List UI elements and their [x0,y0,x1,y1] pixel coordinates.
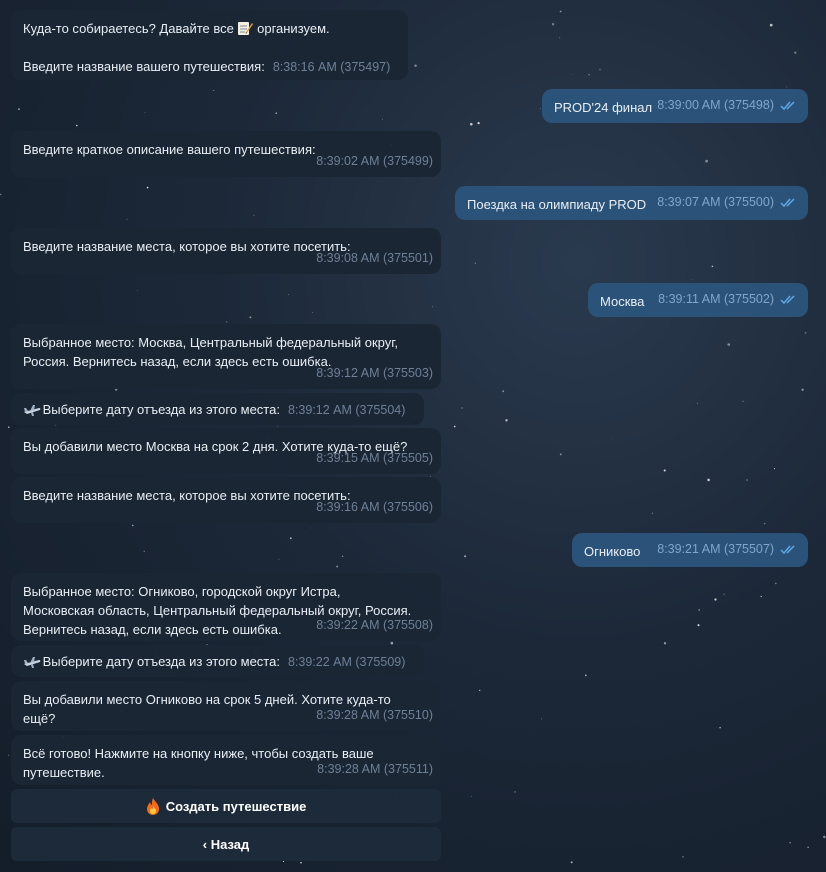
fire-icon [146,797,160,815]
message-bubble: Выбранное место: Огниково, городской окр… [11,573,441,641]
message-meta: 8:39:28 AM (375510) [316,708,433,722]
message-meta: 8:39:21 AM (375507) [657,542,774,556]
message-meta: 8:39:15 AM (375505) [316,451,433,465]
message-meta: 8:39:08 AM (375501) [316,251,433,265]
memo-icon [237,20,254,36]
double-check-icon [780,98,798,117]
message-meta: 8:39:28 AM (375511) [317,762,433,776]
message-text: Куда-то собираетесь? Давайте все организ… [23,20,330,36]
message-bubble: Вы добавили место Москва на срок 2 дня. … [11,428,441,474]
message-bubble: Выберите дату отъезда из этого места: 8:3… [11,393,424,425]
message-bubble-outgoing: PROD'24 финал 8:39:00 AM (375498) [542,89,808,123]
message-text: Введите название вашего путешествия: 8:38… [23,59,391,74]
airplane-icon [23,403,41,419]
message-meta: 8:39:12 AM (375504) [287,403,406,417]
create-trip-label: Создать путешествие [165,798,307,814]
message-bubble: Куда-то собираетесь? Давайте все организ… [11,10,408,80]
message-meta: 8:39:22 AM (375509) [287,655,406,669]
double-check-icon [780,195,798,214]
message-meta: 8:38:16 AM (375497) [272,60,391,74]
message-bubble-outgoing: Огниково 8:39:21 AM (375507) [572,533,808,567]
create-trip-button[interactable]: Создать путешествие [11,789,441,823]
message-bubble: Вы добавили место Огниково на срок 5 дне… [11,681,441,731]
message-meta: 8:39:16 AM (375506) [316,500,433,514]
message-bubble-outgoing: Поездка на олимпиаду PROD 8:39:07 AM (37… [455,186,808,220]
message-bubble: Всё готово! Нажмите на кнопку ниже, чтоб… [11,735,441,785]
double-check-icon [780,542,798,561]
message-meta: 8:39:00 AM (375498) [657,98,774,112]
message-meta: 8:39:22 AM (375508) [316,618,433,632]
message-bubble: Выбранное место: Москва, Центральный фед… [11,324,441,389]
message-meta: 8:39:07 AM (375500) [657,195,774,209]
message-text: Выберите дату отъезда из этого места: 8:3… [23,652,412,672]
message-bubble: Введите название места, которое вы хотит… [11,477,441,523]
message-meta: 8:39:11 AM (375502) [658,292,774,306]
back-button[interactable]: ‹ Назад [11,827,441,861]
message-bubble: Введите название места, которое вы хотит… [11,228,441,274]
message-bubble-outgoing: Москва 8:39:11 AM (375502) [588,283,808,317]
message-bubble: Выберите дату отъезда из этого места: 8:3… [11,645,424,677]
message-meta: 8:39:12 AM (375503) [316,366,433,380]
message-bubble: Введите краткое описание вашего путешест… [11,131,441,177]
back-label: ‹ Назад [202,836,250,852]
message-text: Выберите дату отъезда из этого места: 8:3… [23,400,412,420]
message-meta: 8:39:02 AM (375499) [316,154,433,168]
double-check-icon [780,292,798,311]
airplane-icon [23,655,41,671]
